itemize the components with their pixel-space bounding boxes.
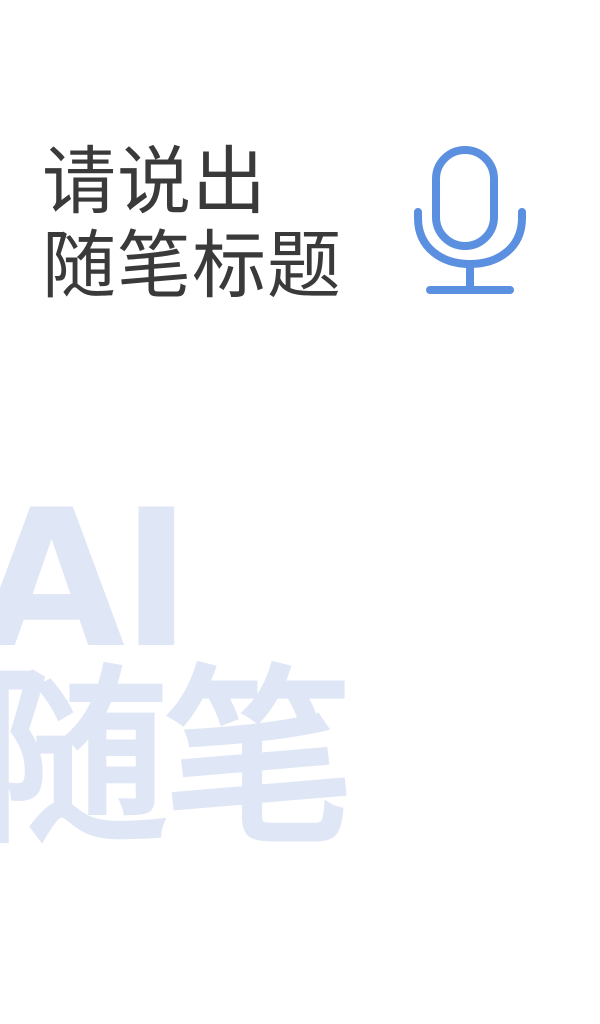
prompt-line-2: 随笔标题 [42,223,342,309]
ai-essay-watermark: AI 随笔 [0,469,354,870]
watermark-line-1: AI [0,469,192,690]
voice-prompt: 请说出 随笔标题 [42,140,342,308]
prompt-line-1: 请说出 [42,139,267,225]
watermark-line-2: 随笔 [0,649,354,870]
microphone-button[interactable] [408,142,532,300]
microphone-icon [414,146,526,294]
